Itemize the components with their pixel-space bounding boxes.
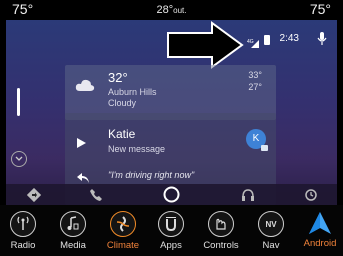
media-button[interactable]: Media bbox=[53, 211, 93, 251]
apps-label: Apps bbox=[160, 240, 182, 251]
media-icon bbox=[67, 216, 79, 230]
nav-label: Nav bbox=[262, 240, 280, 251]
outside-temperature: 28°out. bbox=[0, 4, 343, 16]
play-icon[interactable] bbox=[77, 135, 86, 153]
battery-icon bbox=[264, 35, 270, 45]
weather-low: 27° bbox=[248, 82, 262, 92]
android-auto-label: Android bbox=[303, 238, 337, 249]
android-auto-navbar bbox=[6, 184, 337, 205]
message-badge-icon bbox=[261, 145, 268, 151]
scroll-indicator[interactable] bbox=[17, 88, 20, 116]
phone-icon[interactable] bbox=[89, 188, 103, 202]
radio-button[interactable]: Radio bbox=[3, 211, 43, 251]
controls-button[interactable]: Controls bbox=[201, 211, 241, 251]
outside-temp-label: out. bbox=[173, 6, 187, 15]
weather-condition: Cloudy bbox=[108, 98, 137, 108]
clock: 2:43 bbox=[279, 33, 299, 44]
android-auto-button[interactable]: Android bbox=[300, 211, 340, 249]
chevron-down-icon bbox=[15, 156, 23, 161]
weather-card[interactable]: 32° Auburn Hills Cloudy 33° 27° bbox=[65, 65, 276, 120]
apps-button[interactable]: Apps bbox=[151, 211, 191, 251]
scroll-down-button[interactable] bbox=[11, 151, 27, 167]
cloud-icon bbox=[75, 78, 95, 97]
android-auto-screen: 4G 2:43 32° Auburn Hills Cloudy 33° 27° … bbox=[6, 20, 337, 205]
network-type: 4G bbox=[247, 39, 254, 45]
climate-button[interactable]: Climate bbox=[103, 211, 143, 251]
weather-temperature: 32° bbox=[108, 70, 128, 85]
auto-reply-text[interactable]: "I'm driving right now" bbox=[108, 170, 194, 180]
nav-icon: NV bbox=[265, 220, 277, 229]
recents-icon[interactable] bbox=[304, 188, 318, 202]
climate-bar: 75° 28°out. 75° bbox=[0, 0, 343, 20]
signal-icon: 4G bbox=[247, 35, 259, 53]
microphone-icon[interactable] bbox=[317, 32, 327, 51]
outside-temp-value: 28° bbox=[156, 4, 174, 16]
controls-icon bbox=[216, 218, 226, 230]
avatar-initial: K bbox=[252, 133, 260, 144]
apps-icon bbox=[166, 217, 176, 232]
nav-button[interactable]: NV Nav bbox=[251, 211, 291, 251]
weather-high: 33° bbox=[248, 70, 262, 80]
nav-badge: NV bbox=[265, 220, 277, 229]
directions-icon[interactable] bbox=[26, 187, 42, 203]
android-auto-icon bbox=[309, 212, 331, 234]
vehicle-bottom-bar: Radio Media Climate Apps Controls NV Nav… bbox=[0, 205, 343, 256]
controls-label: Controls bbox=[203, 240, 239, 251]
radio-icon bbox=[17, 216, 29, 230]
climate-icon bbox=[116, 216, 130, 232]
passenger-temperature[interactable]: 75° bbox=[310, 1, 331, 17]
headphones-icon[interactable] bbox=[241, 188, 255, 202]
message-subtitle: New message bbox=[108, 144, 166, 154]
avatar: K bbox=[246, 129, 268, 151]
message-sender: Katie bbox=[108, 127, 136, 141]
media-label: Media bbox=[60, 240, 86, 251]
climate-label: Climate bbox=[106, 240, 140, 251]
home-icon[interactable] bbox=[163, 186, 180, 203]
weather-location: Auburn Hills bbox=[108, 87, 157, 97]
radio-label: Radio bbox=[10, 240, 36, 251]
